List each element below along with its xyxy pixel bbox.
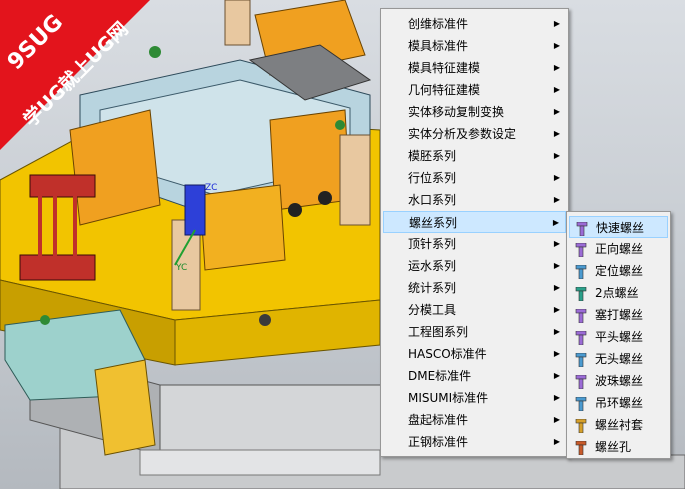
screw-series-submenu: 快速螺丝正向螺丝定位螺丝 2点螺丝塞打螺丝平头螺丝无头螺丝波珠螺丝吊环螺丝螺丝衬套… xyxy=(566,211,671,459)
submenu-arrow-icon: ▶ xyxy=(553,415,560,424)
menu-item-label: 分模工具 xyxy=(408,303,457,317)
menu-item-label: 运水系列 xyxy=(408,259,457,273)
menu-item-1[interactable]: 模具标准件 ▶ xyxy=(383,35,566,57)
submenu-item-10[interactable]: 螺丝孔 xyxy=(569,436,668,458)
menu-item-label: 统计系列 xyxy=(408,281,457,295)
screw-forward-icon xyxy=(575,242,587,258)
submenu-item-3[interactable]: 2点螺丝 xyxy=(569,282,668,304)
submenu-item-4[interactable]: 塞打螺丝 xyxy=(569,304,668,326)
menu-item-3[interactable]: 几何特征建模 ▶ xyxy=(383,79,566,101)
submenu-arrow-icon: ▶ xyxy=(553,327,560,336)
submenu-item-5[interactable]: 平头螺丝 xyxy=(569,326,668,348)
submenu-arrow-icon: ▶ xyxy=(553,63,560,72)
menu-item-9[interactable]: 螺丝系列 ▶ xyxy=(383,211,566,233)
menu-item-label: 模胚系列 xyxy=(408,149,457,163)
submenu-arrow-icon: ▶ xyxy=(553,173,560,182)
menu-item-4[interactable]: 实体移动复制变换 ▶ xyxy=(383,101,566,123)
submenu-item-label: 定位螺丝 xyxy=(595,264,644,278)
submenu-item-6[interactable]: 无头螺丝 xyxy=(569,348,668,370)
submenu-arrow-icon: ▶ xyxy=(553,437,560,446)
submenu-arrow-icon: ▶ xyxy=(553,107,560,116)
submenu-item-label: 平头螺丝 xyxy=(595,330,644,344)
submenu-arrow-icon: ▶ xyxy=(553,129,560,138)
submenu-item-label: 快速螺丝 xyxy=(596,221,645,235)
menu-item-label: 几何特征建模 xyxy=(408,83,481,97)
menu-item-label: MISUMI标准件 xyxy=(408,391,489,405)
submenu-arrow-icon: ▶ xyxy=(553,261,560,270)
menu-item-label: 实体移动复制变换 xyxy=(408,105,505,119)
context-menu: 创维标准件 ▶ 模具标准件 ▶ 模具特征建模 ▶ 几何特征建模 ▶ 实体移动复制变换 ▶ 实体分析及… xyxy=(380,8,569,457)
submenu-item-7[interactable]: 波珠螺丝 xyxy=(569,370,668,392)
menu-item-label: 创维标准件 xyxy=(408,17,469,31)
yc-axis-label: YC xyxy=(175,263,187,273)
menu-item-label: 工程图系列 xyxy=(408,325,469,339)
submenu-item-label: 无头螺丝 xyxy=(595,352,644,366)
submenu-item-label: 螺丝孔 xyxy=(595,440,632,454)
submenu-arrow-icon: ▶ xyxy=(553,283,560,292)
menu-item-18[interactable]: 盘起标准件 ▶ xyxy=(383,409,566,431)
screw-quick-icon xyxy=(576,221,588,237)
submenu-arrow-icon: ▶ xyxy=(553,393,560,402)
menu-item-17[interactable]: MISUMI标准件 ▶ xyxy=(383,387,566,409)
submenu-arrow-icon: ▶ xyxy=(553,349,560,358)
menu-item-label: 顶针系列 xyxy=(408,237,457,251)
menu-item-label: DME标准件 xyxy=(408,369,472,383)
submenu-arrow-icon: ▶ xyxy=(553,371,560,380)
ball-plunger-icon xyxy=(575,374,587,390)
menu-item-label: HASCO标准件 xyxy=(408,347,487,361)
submenu-item-label: 2点螺丝 xyxy=(595,286,639,300)
menu-item-label: 水口系列 xyxy=(408,193,457,207)
menu-item-label: 模具特征建模 xyxy=(408,61,481,75)
zc-axis-label: ZC xyxy=(205,183,217,193)
menu-item-19[interactable]: 正钢标准件 ▶ xyxy=(383,431,566,453)
menu-item-6[interactable]: 模胚系列 ▶ xyxy=(383,145,566,167)
submenu-item-label: 吊环螺丝 xyxy=(595,396,644,410)
submenu-item-2[interactable]: 定位螺丝 xyxy=(569,260,668,282)
menu-item-13[interactable]: 分模工具 ▶ xyxy=(383,299,566,321)
menu-item-5[interactable]: 实体分析及参数设定 ▶ xyxy=(383,123,566,145)
submenu-item-label: 螺丝衬套 xyxy=(595,418,644,432)
menu-item-label: 正钢标准件 xyxy=(408,435,469,449)
submenu-arrow-icon: ▶ xyxy=(553,239,560,248)
submenu-item-1[interactable]: 正向螺丝 xyxy=(569,238,668,260)
menu-item-0[interactable]: 创维标准件 ▶ xyxy=(383,13,566,35)
submenu-arrow-icon: ▶ xyxy=(553,195,560,204)
menu-item-15[interactable]: HASCO标准件 ▶ xyxy=(383,343,566,365)
screw-locating-icon xyxy=(575,264,587,280)
screw-two-point-icon xyxy=(575,286,587,302)
menu-item-8[interactable]: 水口系列 ▶ xyxy=(383,189,566,211)
menu-item-11[interactable]: 运水系列 ▶ xyxy=(383,255,566,277)
eye-bolt-icon xyxy=(575,396,587,412)
submenu-arrow-icon: ▶ xyxy=(553,85,560,94)
menu-item-label: 模具标准件 xyxy=(408,39,469,53)
menu-item-14[interactable]: 工程图系列 ▶ xyxy=(383,321,566,343)
menu-item-10[interactable]: 顶针系列 ▶ xyxy=(383,233,566,255)
menu-item-label: 螺丝系列 xyxy=(409,216,458,230)
submenu-arrow-icon: ▶ xyxy=(553,41,560,50)
menu-item-label: 实体分析及参数设定 xyxy=(408,127,517,141)
submenu-item-9[interactable]: 螺丝衬套 xyxy=(569,414,668,436)
submenu-item-label: 波珠螺丝 xyxy=(595,374,644,388)
submenu-item-0[interactable]: 快速螺丝 xyxy=(569,216,668,238)
shoulder-screw-icon xyxy=(575,308,587,324)
menu-item-label: 行位系列 xyxy=(408,171,457,185)
screw-hole-icon xyxy=(575,440,587,456)
submenu-arrow-icon: ▶ xyxy=(553,305,560,314)
submenu-arrow-icon: ▶ xyxy=(552,218,559,227)
menu-item-12[interactable]: 统计系列 ▶ xyxy=(383,277,566,299)
menu-item-7[interactable]: 行位系列 ▶ xyxy=(383,167,566,189)
menu-item-label: 盘起标准件 xyxy=(408,413,469,427)
screw-bushing-icon xyxy=(575,418,587,434)
submenu-item-label: 塞打螺丝 xyxy=(595,308,644,322)
submenu-arrow-icon: ▶ xyxy=(553,19,560,28)
headless-screw-icon xyxy=(575,352,587,368)
flat-head-screw-icon xyxy=(575,330,587,346)
menu-item-16[interactable]: DME标准件 ▶ xyxy=(383,365,566,387)
submenu-item-8[interactable]: 吊环螺丝 xyxy=(569,392,668,414)
menu-item-2[interactable]: 模具特征建模 ▶ xyxy=(383,57,566,79)
submenu-arrow-icon: ▶ xyxy=(553,151,560,160)
submenu-item-label: 正向螺丝 xyxy=(595,242,644,256)
